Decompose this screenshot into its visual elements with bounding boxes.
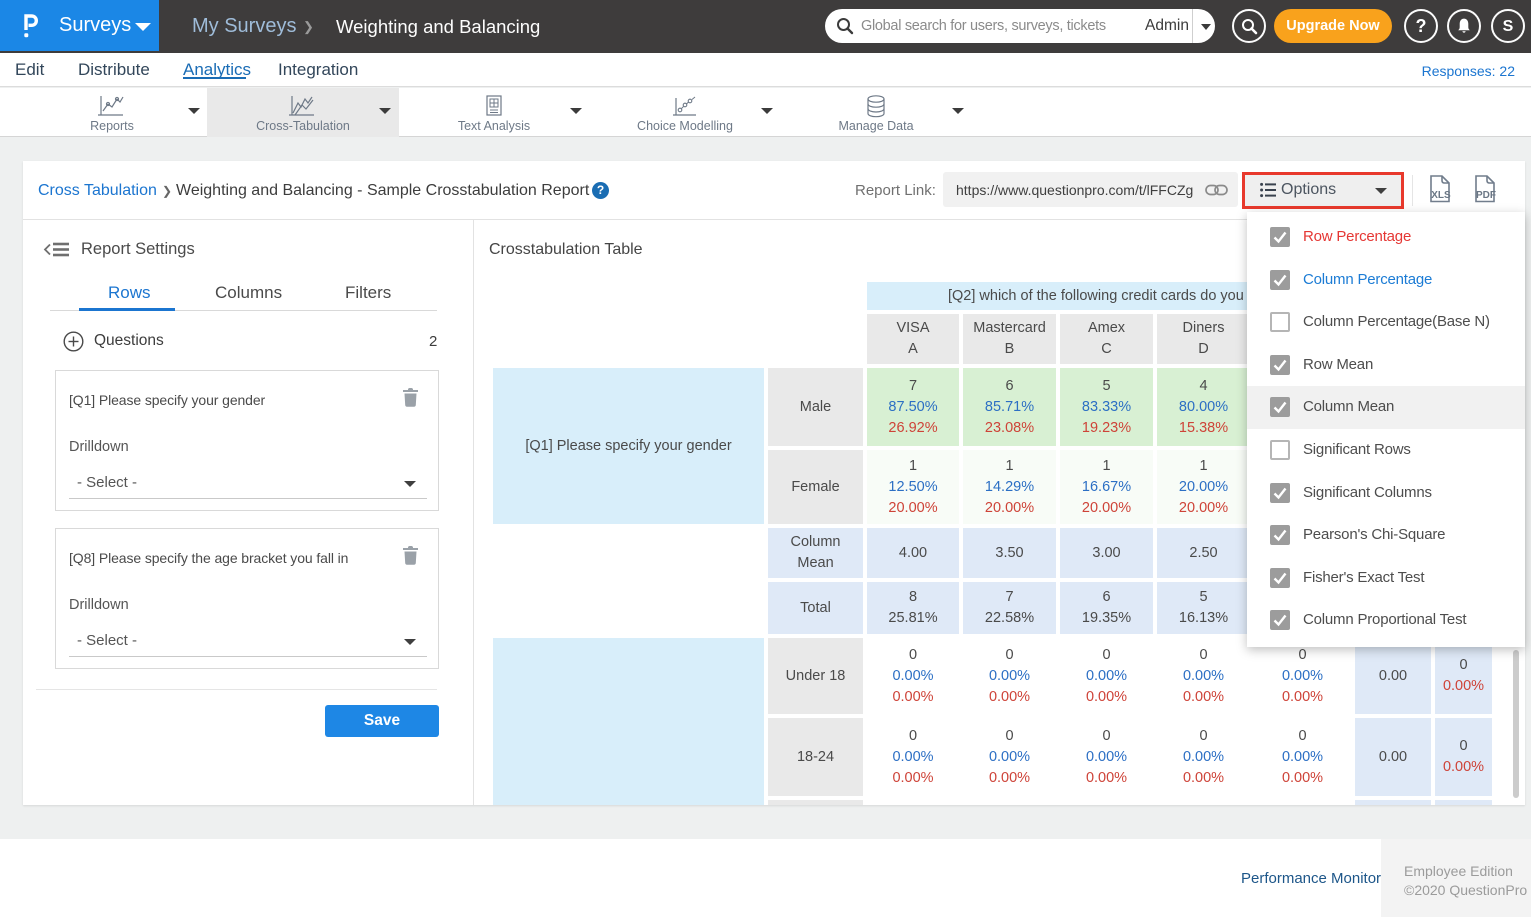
svg-text:XLS: XLS	[1431, 190, 1451, 201]
svg-text:PDF: PDF	[1476, 190, 1496, 201]
